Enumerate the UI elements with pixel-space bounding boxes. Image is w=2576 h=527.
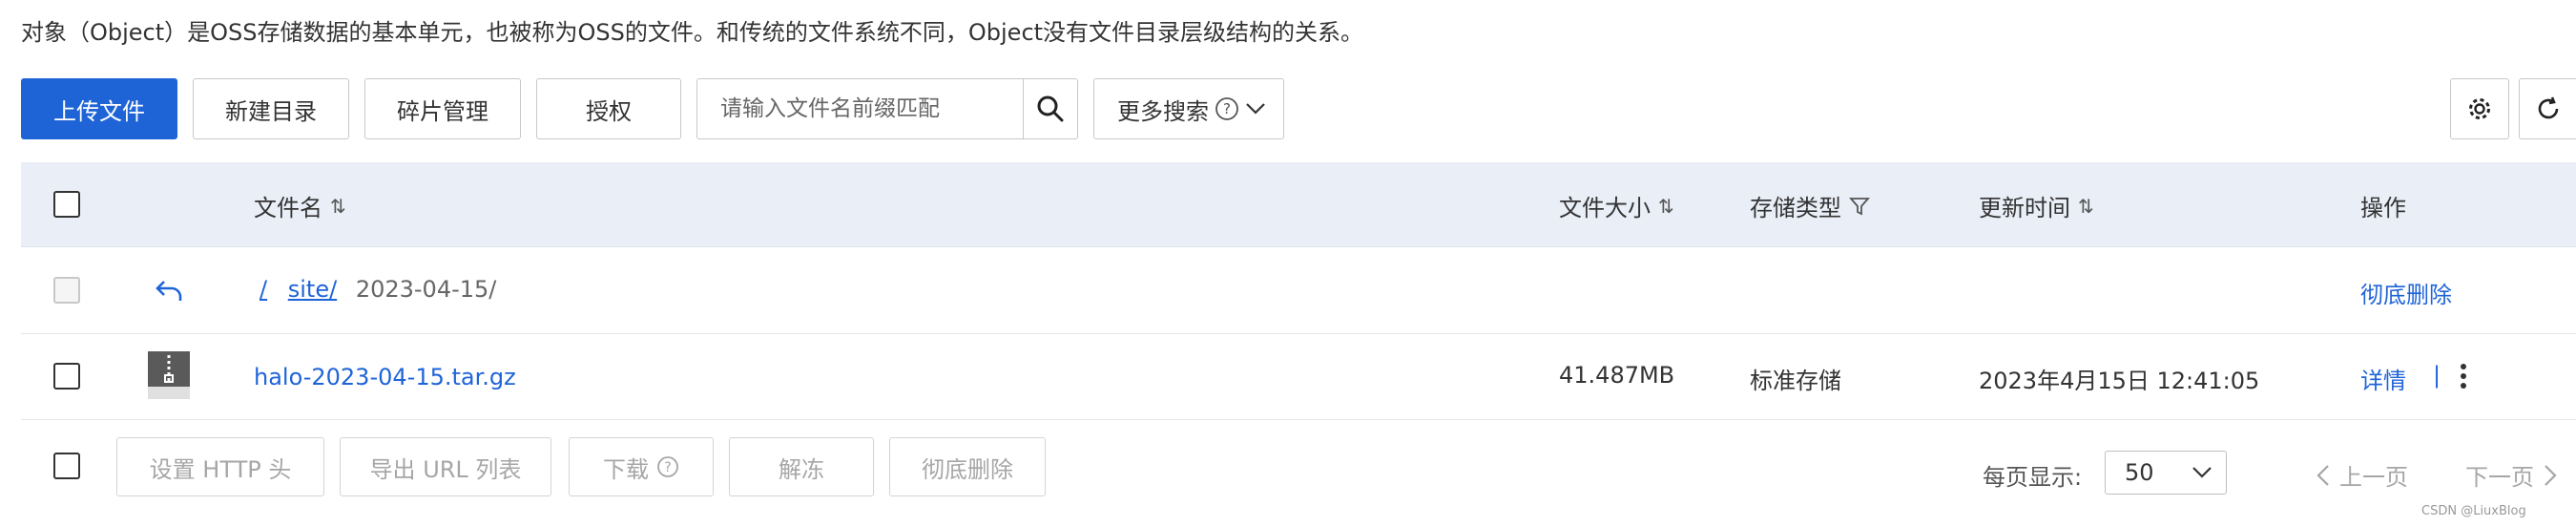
upload-file-button[interactable]: 上传文件	[21, 78, 177, 139]
breadcrumb: / site/ 2023-04-15/	[260, 276, 496, 303]
chevron-down-icon	[1246, 103, 1265, 115]
breadcrumb-current: 2023-04-15/	[355, 276, 497, 303]
archive-file-icon	[148, 351, 190, 399]
search-input[interactable]	[697, 79, 1023, 138]
download-button[interactable]: 下载 ?	[569, 437, 714, 496]
page-description: 对象（Object）是OSS存储数据的基本单元，也被称为OSS的文件。和传统的文…	[21, 19, 1364, 46]
detail-link[interactable]: 详情	[2360, 362, 2406, 395]
per-page-label: 每页显示:	[1983, 464, 2083, 491]
delete-permanently-button[interactable]: 彻底删除	[889, 437, 1046, 496]
updated-time: 2023年4月15日 12:41:05	[1979, 368, 2260, 394]
column-name[interactable]: 文件名 ⇅	[254, 189, 346, 222]
watermark: CSDN @LiuxBlog	[2421, 504, 2526, 518]
column-storage-type[interactable]: 存储类型	[1750, 189, 1870, 222]
help-icon: ?	[1215, 97, 1238, 120]
file-size: 41.487MB	[1559, 362, 1675, 389]
row-checkbox[interactable]	[53, 363, 80, 390]
delete-permanently-link[interactable]: 彻底删除	[2360, 276, 2452, 309]
refresh-icon	[2538, 96, 2559, 119]
back-arrow-icon[interactable]	[155, 278, 185, 305]
filter-icon	[1849, 197, 1870, 215]
file-name-link[interactable]: halo-2023-04-15.tar.gz	[254, 364, 516, 390]
prev-page-button[interactable]: 上一页	[2316, 458, 2408, 492]
breadcrumb-site[interactable]: site/	[288, 276, 337, 303]
svg-text:?: ?	[664, 460, 671, 475]
action-separator: |	[2433, 362, 2441, 389]
more-options-icon[interactable]	[2458, 362, 2469, 390]
footer-select-all-checkbox[interactable]	[53, 453, 80, 479]
download-label: 下载	[603, 455, 649, 483]
chevron-right-icon	[2545, 464, 2557, 486]
authorize-button[interactable]: 授权	[536, 78, 681, 139]
path-row: / site/ 2023-04-15/ 彻底删除	[21, 247, 2576, 334]
breadcrumb-root[interactable]: /	[260, 276, 267, 303]
settings-button[interactable]	[2450, 78, 2509, 139]
fragment-management-button[interactable]: 碎片管理	[364, 78, 521, 139]
set-http-header-button[interactable]: 设置 HTTP 头	[116, 437, 324, 496]
svg-text:?: ?	[1223, 100, 1231, 117]
table-row: halo-2023-04-15.tar.gz 41.487MB 标准存储 202…	[21, 333, 2576, 420]
unfreeze-button[interactable]: 解冻	[729, 437, 874, 496]
chevron-left-icon	[2316, 464, 2329, 486]
column-actions: 操作	[2360, 195, 2406, 221]
more-search-dropdown[interactable]: 更多搜索 ?	[1093, 78, 1284, 139]
column-updated-time[interactable]: 更新时间 ⇅	[1979, 189, 2094, 222]
search-button[interactable]	[1023, 79, 1077, 138]
more-search-label: 更多搜索	[1117, 97, 1209, 125]
table-header: 文件名 ⇅ 文件大小 ⇅ 存储类型 更新时间 ⇅ 操作	[21, 162, 2576, 247]
chevron-down-icon	[2192, 467, 2212, 478]
export-url-list-button[interactable]: 导出 URL 列表	[340, 437, 551, 496]
column-size[interactable]: 文件大小 ⇅	[1559, 189, 1674, 222]
sort-icon: ⇅	[330, 194, 346, 218]
path-row-checkbox	[53, 277, 80, 304]
refresh-button[interactable]	[2519, 78, 2576, 139]
per-page-value: 50	[2125, 459, 2154, 486]
help-icon: ?	[657, 456, 678, 477]
per-page-select[interactable]: 50	[2105, 451, 2227, 495]
search-icon	[1037, 95, 1064, 122]
sort-icon: ⇅	[2078, 194, 2094, 218]
gear-icon	[2469, 98, 2490, 119]
search-box	[696, 78, 1078, 139]
select-all-checkbox[interactable]	[53, 191, 80, 218]
next-page-button[interactable]: 下一页	[2465, 458, 2557, 492]
storage-type: 标准存储	[1750, 368, 1841, 394]
sort-icon: ⇅	[1658, 194, 1674, 218]
new-directory-button[interactable]: 新建目录	[193, 78, 349, 139]
